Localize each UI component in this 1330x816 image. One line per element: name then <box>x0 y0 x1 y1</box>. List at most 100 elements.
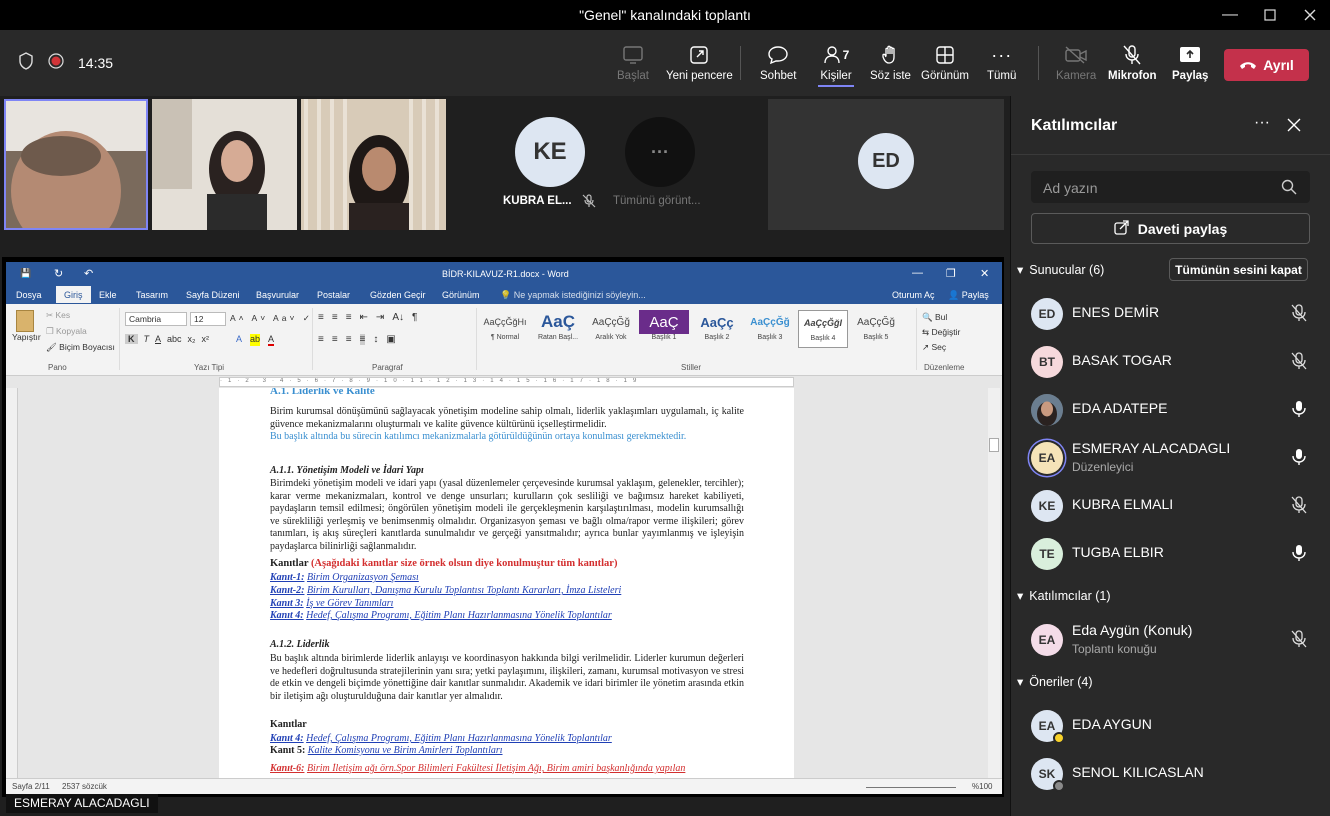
signin-link[interactable]: Oturum Aç <box>892 290 935 300</box>
tab-tasarim[interactable]: Tasarım <box>136 290 168 300</box>
avatar[interactable]: KE <box>515 117 585 187</box>
tell-me-field[interactable]: 💡 Ne yapmak istediğinizi söyleyin... <box>500 290 646 301</box>
italic-button[interactable]: T <box>144 334 150 344</box>
search-input[interactable]: Ad yazın <box>1031 171 1310 203</box>
paste-button[interactable]: Yapıştır <box>12 310 41 342</box>
style-heading-2[interactable]: AaÇç Başlık 2 <box>692 310 742 348</box>
tab-gozden-gecir[interactable]: Gözden Geçir <box>370 290 426 300</box>
font-color-buttons[interactable]: Aab A <box>236 334 275 346</box>
suggestions-header[interactable]: ▾ Öneriler (4) <box>1017 674 1093 690</box>
zoom-slider[interactable] <box>866 787 956 788</box>
style-heading-4[interactable]: AaÇçĞğI Başlık 4 <box>798 310 848 348</box>
participant-row[interactable]: SK SENOL KILICASLAN <box>1011 750 1330 798</box>
font-name-select[interactable]: Cambria <box>125 312 187 326</box>
vertical-scrollbar[interactable] <box>988 388 1000 778</box>
format-painter-button[interactable]: 🖌 Biçim Boyacısı <box>46 342 115 353</box>
participant-row[interactable]: EDA ADATEPE <box>1011 386 1330 434</box>
participant-row[interactable]: TE TUGBA ELBIR <box>1011 530 1330 578</box>
participant-row[interactable]: EA EDA AYGUN <box>1011 702 1330 750</box>
video-tile[interactable] <box>4 99 148 230</box>
mic-off-icon[interactable] <box>1291 630 1307 653</box>
tab-dosya[interactable]: Dosya <box>16 290 42 300</box>
raise-hand-button[interactable]: Söz iste <box>870 44 911 82</box>
minimize-icon[interactable]: — <box>1210 0 1250 30</box>
group-label: Düzenleme <box>924 363 965 372</box>
mic-off-icon[interactable] <box>1291 304 1307 327</box>
view-all-label[interactable]: Tümünü görünt... <box>613 195 701 207</box>
panel-title: Katılımcılar <box>1031 117 1118 134</box>
mute-all-button[interactable]: Tümünün sesini kapat <box>1169 258 1308 281</box>
more-participants-icon[interactable]: ··· <box>625 117 695 187</box>
participant-row[interactable]: BT BASAK TOGAR <box>1011 338 1330 386</box>
mic-on-icon[interactable] <box>1291 544 1307 567</box>
participant-row[interactable]: EA Eda Aygün (Konuk) Toplantı konuğu <box>1011 616 1330 664</box>
leave-button[interactable]: Ayrıl <box>1224 49 1309 81</box>
presenters-header[interactable]: ▾ Sunucular (6) <box>1017 262 1104 278</box>
tab-postalar[interactable]: Postalar <box>317 290 350 300</box>
start-button[interactable]: Başlat <box>617 44 649 82</box>
video-tile[interactable]: ED <box>768 99 1004 230</box>
participant-row[interactable]: EA ESMERAY ALACADAGLI Düzenleyici <box>1011 434 1330 482</box>
align-buttons[interactable]: ≡ ≡ ≡ ≡ ↕ ▣ <box>318 334 396 345</box>
tab-giris[interactable]: Giriş <box>56 286 91 303</box>
more-icon[interactable]: ··· <box>1254 114 1270 132</box>
participant-name: EDA AYGUN <box>1072 716 1152 732</box>
tab-basvurular[interactable]: Başvurular <box>256 290 299 300</box>
cut-button[interactable]: ✂ Kes <box>46 310 70 321</box>
undo-icon[interactable]: ↻ <box>54 267 63 280</box>
maximize-icon[interactable] <box>1250 0 1290 30</box>
minimize-icon[interactable]: — <box>912 267 923 279</box>
tab-ekle[interactable]: Ekle <box>99 290 117 300</box>
camera-button[interactable]: Kamera <box>1056 44 1096 82</box>
font-size-buttons[interactable]: A˄ A˅ Aa˅ ✓ <box>230 313 313 324</box>
style-no-spacing[interactable]: AaÇçĞğ Aralık Yok <box>586 310 636 348</box>
redo-icon[interactable]: ↶ <box>84 267 93 280</box>
restore-icon[interactable]: ❐ <box>946 267 956 280</box>
video-tile[interactable] <box>301 99 446 230</box>
replace-button[interactable]: ⇆ Değiştir <box>922 327 960 338</box>
zoom-level[interactable]: %100 <box>972 782 992 791</box>
chat-button[interactable]: Sohbet <box>760 44 796 82</box>
participant-video <box>6 101 146 228</box>
participant-row[interactable]: ED ENES DEMİR <box>1011 290 1330 338</box>
people-button[interactable]: 7 Kişiler <box>818 44 854 87</box>
share-invite-button[interactable]: Daveti paylaş <box>1031 213 1310 244</box>
more-button[interactable]: ··· Tümü <box>987 44 1016 83</box>
video-tile[interactable] <box>152 99 297 230</box>
mic-on-icon[interactable] <box>1291 448 1307 471</box>
participant-row[interactable]: KE KUBRA ELMALI <box>1011 482 1330 530</box>
mic-button[interactable]: Mikrofon <box>1108 44 1157 82</box>
select-button[interactable]: ↗ Seç <box>922 342 946 353</box>
new-window-button[interactable]: Yeni pencere <box>666 44 733 82</box>
copy-button[interactable]: ❐ Kopyala <box>46 326 87 337</box>
style-heading-1[interactable]: AaÇ Başlık 1 <box>639 310 689 348</box>
share-button[interactable]: Paylaş <box>1172 44 1208 82</box>
mic-off-icon[interactable] <box>1291 352 1307 375</box>
people-count: 7 <box>842 48 850 62</box>
underline-button[interactable]: A <box>155 334 161 344</box>
word-count[interactable]: 2537 sözcük <box>62 782 107 791</box>
page-indicator[interactable]: Sayfa 2/11 <box>12 782 50 791</box>
close-icon[interactable] <box>1287 118 1301 137</box>
style-heading-5[interactable]: AaÇçĞğ Başlık 5 <box>851 310 901 348</box>
font-size-select[interactable]: 12 <box>190 312 226 326</box>
style-title[interactable]: AaÇ Ratan Başl... <box>533 310 583 348</box>
tab-sayfa-duzeni[interactable]: Sayfa Düzeni <box>186 290 240 300</box>
tab-gorunum[interactable]: Görünüm <box>442 290 480 300</box>
save-icon[interactable]: 💾 <box>20 268 31 279</box>
style-normal[interactable]: AaÇçĞğHı ¶ Normal <box>480 310 530 348</box>
list-buttons[interactable]: ≡ ≡ ≡ ⇤ ⇥ A↓ ¶ <box>318 312 417 323</box>
strike-button[interactable]: abc <box>167 334 182 344</box>
mic-on-icon[interactable] <box>1291 400 1307 423</box>
attendees-header[interactable]: ▾ Katılımcılar (1) <box>1017 588 1111 604</box>
mic-off-icon[interactable] <box>1291 496 1307 519</box>
find-button[interactable]: 🔍 Bul <box>922 312 947 323</box>
document-page[interactable]: A.1. Liderlik ve Kalite Birim kurumsal d… <box>219 388 794 778</box>
style-heading-3[interactable]: AaÇçĞğ Başlık 3 <box>745 310 795 348</box>
close-icon[interactable] <box>1290 0 1330 30</box>
view-button[interactable]: Görünüm <box>921 44 969 82</box>
close-icon[interactable]: ✕ <box>980 267 989 280</box>
font-format-buttons[interactable]: K T Aabc x₂ x² <box>125 334 209 344</box>
word-share-button[interactable]: 👤 Paylaş <box>948 290 989 301</box>
bold-button[interactable]: K <box>125 334 138 344</box>
